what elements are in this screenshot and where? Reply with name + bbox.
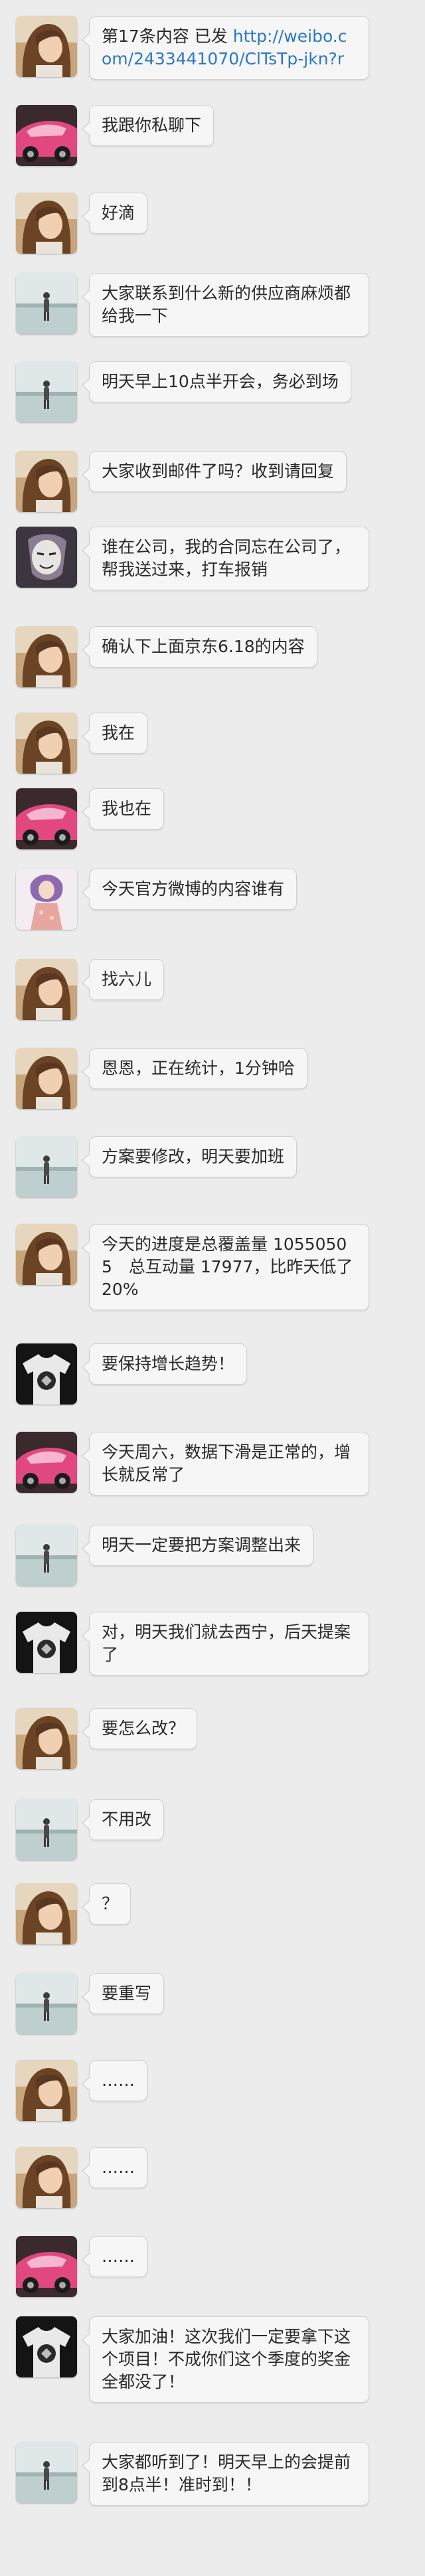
message-text: 要怎么改？ bbox=[102, 1719, 185, 1738]
avatar[interactable] bbox=[16, 2060, 77, 2121]
message-text: 不用改 bbox=[102, 1810, 152, 1829]
message-bubble[interactable]: …… bbox=[82, 2236, 147, 2277]
avatar[interactable] bbox=[16, 626, 77, 687]
message-bubble[interactable]: 要保持增长趋势！ bbox=[81, 1343, 248, 1385]
message-bubble[interactable]: …… bbox=[82, 2060, 147, 2101]
avatar[interactable] bbox=[16, 1343, 77, 1405]
message-text: 对，明天我们就去西宁，后天提案了 bbox=[102, 1622, 351, 1664]
message-text: 好滴 bbox=[102, 203, 135, 222]
message-bubble[interactable]: 大家加油！这次我们一定要拿下这个项目！不成你们这个季度的奖金全都没了！ bbox=[82, 2316, 369, 2403]
message-text: 大家联系到什么新的供应商麻烦都给我一下 bbox=[102, 284, 351, 325]
message-bubble[interactable]: …… bbox=[82, 2147, 147, 2188]
message-bubble[interactable]: 今天官方微博的内容谁有 bbox=[81, 869, 298, 910]
message-text: 要保持增长趋势！ bbox=[102, 1354, 235, 1373]
message-text: 今天官方微博的内容谁有 bbox=[102, 879, 285, 899]
message-text: 方案要修改，明天要加班 bbox=[102, 1147, 285, 1166]
avatar[interactable] bbox=[16, 1432, 77, 1493]
avatar[interactable] bbox=[16, 1973, 77, 2034]
avatar[interactable] bbox=[16, 2316, 77, 2377]
message-text: 第17条内容 已发 bbox=[102, 27, 233, 46]
message-text: ？ bbox=[102, 1894, 119, 1913]
avatar[interactable] bbox=[16, 1048, 77, 1109]
avatar[interactable] bbox=[16, 869, 77, 930]
message-text: 我在 bbox=[102, 723, 135, 742]
avatar[interactable] bbox=[16, 1883, 77, 1944]
avatar[interactable] bbox=[16, 1708, 77, 1769]
message-bubble[interactable]: 我跟你私聊下 bbox=[81, 105, 214, 146]
message-text: 谁在公司，我的合同忘在公司了，帮我送过来，打车报销 bbox=[102, 537, 351, 579]
avatar[interactable] bbox=[16, 105, 77, 166]
message-bubble[interactable]: 明天一定要把方案调整出来 bbox=[81, 1525, 314, 1566]
message-text: 确认下上面京东6.18的内容 bbox=[102, 637, 305, 656]
message-text: …… bbox=[102, 2158, 135, 2177]
message-text: 恩恩，正在统计，1分钟哈 bbox=[102, 1059, 295, 1078]
avatar[interactable] bbox=[16, 361, 77, 422]
chat-message-list: 第17条内容 已发 http://weibo.com/2433441070/Cl… bbox=[0, 0, 425, 2576]
message-bubble[interactable]: 方案要修改，明天要加班 bbox=[81, 1136, 298, 1177]
avatar[interactable] bbox=[16, 1525, 77, 1586]
message-bubble[interactable]: 今天的进度是总覆盖量 10550505 总互动量 17977，比昨天低了20% bbox=[82, 1224, 369, 1310]
message-text: 我也在 bbox=[102, 799, 152, 818]
message-bubble[interactable]: 大家联系到什么新的供应商麻烦都给我一下 bbox=[82, 273, 369, 337]
message-text: 找六儿 bbox=[102, 970, 152, 989]
avatar[interactable] bbox=[16, 788, 77, 849]
avatar[interactable] bbox=[16, 2442, 77, 2503]
message-bubble[interactable]: 对，明天我们就去西宁，后天提案了 bbox=[82, 1612, 369, 1675]
message-bubble[interactable]: 谁在公司，我的合同忘在公司了，帮我送过来，打车报销 bbox=[82, 527, 369, 590]
message-bubble[interactable]: ？ bbox=[81, 1883, 131, 1925]
message-bubble[interactable]: 要怎么改？ bbox=[81, 1708, 198, 1749]
message-text: 要重写 bbox=[102, 1984, 152, 2003]
message-bubble[interactable]: 我也在 bbox=[81, 788, 165, 829]
message-bubble[interactable]: 大家都听到了！明天早上的会提前到8点半！准时到！！ bbox=[82, 2442, 369, 2506]
message-text: 大家收到邮件了吗？收到请回复 bbox=[102, 462, 335, 481]
avatar[interactable] bbox=[16, 527, 77, 588]
message-bubble[interactable]: 确认下上面京东6.18的内容 bbox=[82, 626, 317, 667]
avatar[interactable] bbox=[16, 1799, 77, 1860]
avatar[interactable] bbox=[16, 273, 77, 334]
message-bubble[interactable]: 找六儿 bbox=[81, 959, 165, 1000]
avatar[interactable] bbox=[16, 959, 77, 1020]
message-bubble[interactable]: 要重写 bbox=[81, 1973, 165, 2014]
message-bubble[interactable]: 今天周六，数据下滑是正常的，增长就反常了 bbox=[82, 1432, 369, 1496]
message-text: 大家加油！这次我们一定要拿下这个项目！不成你们这个季度的奖金全都没了！ bbox=[102, 2327, 351, 2391]
message-text: 明天早上10点半开会，务必到场 bbox=[102, 372, 339, 391]
message-bubble[interactable]: 我在 bbox=[81, 713, 148, 754]
message-text: …… bbox=[102, 2071, 135, 2090]
avatar[interactable] bbox=[16, 713, 77, 774]
message-bubble[interactable]: 不用改 bbox=[81, 1799, 165, 1840]
message-text: 今天的进度是总覆盖量 10550505 总互动量 17977，比昨天低了20% bbox=[102, 1235, 353, 1299]
avatar[interactable] bbox=[16, 2236, 77, 2297]
avatar[interactable] bbox=[16, 451, 77, 512]
message-bubble[interactable]: 恩恩，正在统计，1分钟哈 bbox=[82, 1048, 307, 1089]
avatar[interactable] bbox=[16, 1136, 77, 1197]
message-text: 我跟你私聊下 bbox=[102, 116, 202, 135]
message-text: 今天周六，数据下滑是正常的，增长就反常了 bbox=[102, 1442, 351, 1484]
message-bubble[interactable]: 明天早上10点半开会，务必到场 bbox=[82, 361, 351, 402]
avatar[interactable] bbox=[16, 1612, 77, 1673]
message-bubble[interactable]: 大家收到邮件了吗？收到请回复 bbox=[81, 451, 347, 492]
avatar[interactable] bbox=[16, 193, 77, 254]
message-text: 大家都听到了！明天早上的会提前到8点半！准时到！！ bbox=[102, 2452, 351, 2494]
message-bubble[interactable]: 好滴 bbox=[81, 193, 148, 234]
message-text: …… bbox=[102, 2247, 135, 2266]
avatar[interactable] bbox=[16, 2147, 77, 2208]
avatar[interactable] bbox=[16, 16, 77, 77]
avatar[interactable] bbox=[16, 1224, 77, 1285]
message-text: 明天一定要把方案调整出来 bbox=[102, 1535, 301, 1555]
message-bubble[interactable]: 第17条内容 已发 http://weibo.com/2433441070/Cl… bbox=[82, 16, 369, 80]
